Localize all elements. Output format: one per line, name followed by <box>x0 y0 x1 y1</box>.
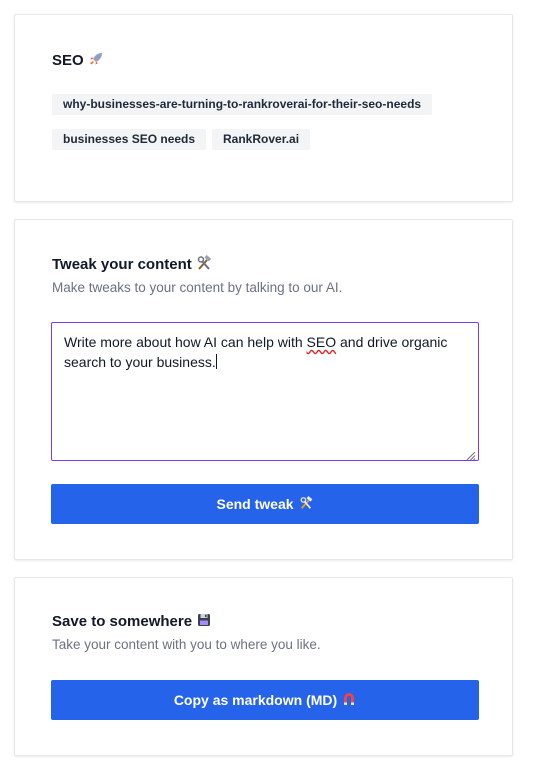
tweak-title-text: Tweak your content <box>52 256 192 273</box>
copy-markdown-label: Copy as markdown (MD) <box>173 692 338 708</box>
seo-title: SEO <box>52 51 104 70</box>
seo-card: SEO why-businesses-are-turning-to-rankro… <box>14 14 513 202</box>
hammer-wrench-icon <box>196 255 213 274</box>
save-subtitle: Take your content with you to where you … <box>52 637 321 652</box>
seo-title-text: SEO <box>52 52 84 69</box>
copy-markdown-button[interactable]: Copy as markdown (MD) <box>51 680 479 720</box>
send-tweak-button[interactable]: Send tweak <box>51 484 479 524</box>
tweak-prompt-textarea[interactable]: Write more about how AI can help with SE… <box>51 322 479 461</box>
text-caret <box>215 354 217 369</box>
save-title-text: Save to somewhere <box>52 613 193 630</box>
tweak-card: Tweak your content Make tweaks to your c… <box>14 219 513 560</box>
magnet-icon <box>342 692 356 709</box>
seo-tag-slug: why-businesses-are-turning-to-rankrovera… <box>52 94 433 115</box>
floppy-disk-icon <box>196 612 212 631</box>
seo-tag-brand: RankRover.ai <box>212 129 311 150</box>
send-tweak-label: Send tweak <box>216 496 294 512</box>
seo-tag-keywords: businesses SEO needs <box>52 129 207 150</box>
hammer-wrench-icon <box>299 495 314 513</box>
save-title: Save to somewhere <box>52 612 212 631</box>
tweak-subtitle: Make tweaks to your content by talking t… <box>52 280 343 295</box>
tweak-title: Tweak your content <box>52 255 213 274</box>
textarea-text-part1: Write more about how AI can help with <box>64 334 307 350</box>
resize-handle-icon[interactable] <box>464 446 476 461</box>
textarea-misspelled-word: SEO <box>306 334 337 350</box>
rocket-icon <box>88 51 104 70</box>
save-card: Save to somewhere Take your content with… <box>14 577 513 756</box>
